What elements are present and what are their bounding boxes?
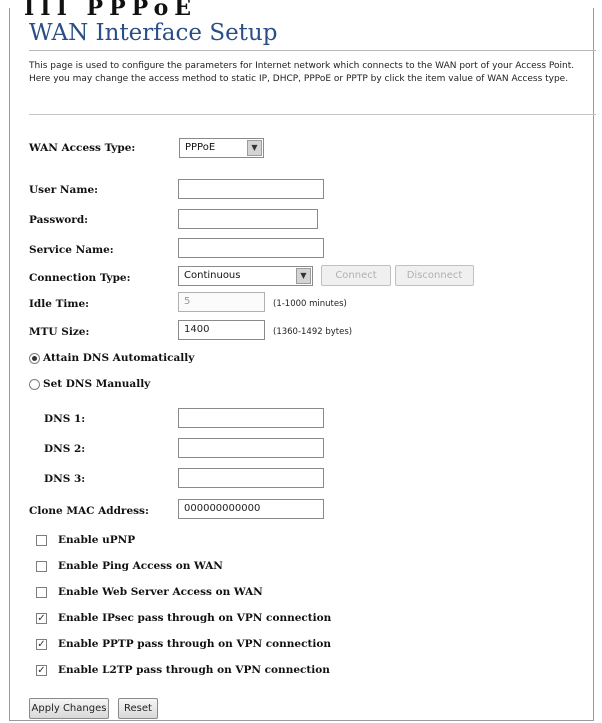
chevron-down-icon: ▼ bbox=[296, 268, 311, 284]
dns2-input[interactable] bbox=[178, 438, 324, 458]
attain-dns-radio[interactable] bbox=[29, 353, 40, 364]
section-divider bbox=[29, 114, 596, 115]
dns1-label: DNS 1: bbox=[44, 413, 86, 425]
enable-l2tp-checkbox[interactable]: ✓ bbox=[36, 665, 47, 676]
service-name-label: Service Name: bbox=[29, 244, 114, 256]
radio-selected-icon bbox=[32, 356, 37, 361]
connect-button[interactable]: Connect bbox=[321, 265, 391, 286]
page-title: WAN Interface Setup bbox=[29, 20, 278, 46]
service-name-input[interactable] bbox=[178, 238, 324, 258]
set-dns-label: Set DNS Manually bbox=[43, 378, 151, 390]
password-input[interactable] bbox=[178, 209, 318, 229]
password-label: Password: bbox=[29, 214, 89, 226]
enable-ping-checkbox[interactable] bbox=[36, 561, 47, 572]
mtu-size-label: MTU Size: bbox=[29, 326, 90, 338]
enable-ipsec-checkbox[interactable]: ✓ bbox=[36, 613, 47, 624]
enable-pptp-label: Enable PPTP pass through on VPN connecti… bbox=[58, 638, 331, 650]
enable-l2tp-label: Enable L2TP pass through on VPN connecti… bbox=[58, 664, 330, 676]
chevron-down-icon: ▼ bbox=[247, 140, 262, 156]
connection-type-label: Connection Type: bbox=[29, 272, 131, 284]
page-frame: III PPPoE WAN Interface Setup This page … bbox=[9, 0, 596, 721]
title-divider bbox=[29, 50, 596, 51]
dns2-label: DNS 2: bbox=[44, 443, 86, 455]
clone-mac-input[interactable]: 000000000000 bbox=[178, 499, 324, 519]
wan-access-type-select[interactable]: PPPoE ▼ bbox=[179, 138, 264, 158]
checkmark-icon: ✓ bbox=[37, 665, 46, 676]
enable-web-server-checkbox[interactable] bbox=[36, 587, 47, 598]
user-name-label: User Name: bbox=[29, 184, 99, 196]
wan-access-type-label: WAN Access Type: bbox=[29, 142, 136, 154]
enable-pptp-checkbox[interactable]: ✓ bbox=[36, 639, 47, 650]
enable-ipsec-label: Enable IPsec pass through on VPN connect… bbox=[58, 612, 332, 624]
connection-type-select[interactable]: Continuous ▼ bbox=[178, 266, 313, 286]
dns3-label: DNS 3: bbox=[44, 473, 86, 485]
dns1-input[interactable] bbox=[178, 408, 324, 428]
clone-mac-label: Clone MAC Address: bbox=[29, 505, 149, 517]
enable-ping-label: Enable Ping Access on WAN bbox=[58, 560, 223, 572]
page-description: This page is used to configure the param… bbox=[29, 61, 575, 84]
apply-changes-button[interactable]: Apply Changes bbox=[29, 698, 109, 719]
set-dns-radio[interactable] bbox=[29, 379, 40, 390]
idle-time-input[interactable]: 5 bbox=[178, 292, 265, 312]
enable-upnp-checkbox[interactable] bbox=[36, 535, 47, 546]
section-heading: III PPPoE bbox=[24, 0, 198, 21]
disconnect-button[interactable]: Disconnect bbox=[395, 265, 474, 286]
checkmark-icon: ✓ bbox=[37, 639, 46, 650]
idle-time-hint: (1-1000 minutes) bbox=[273, 299, 347, 309]
connection-type-value: Continuous bbox=[184, 270, 241, 281]
enable-upnp-label: Enable uPNP bbox=[58, 534, 136, 546]
checkmark-icon: ✓ bbox=[37, 613, 46, 624]
enable-web-server-label: Enable Web Server Access on WAN bbox=[58, 586, 263, 598]
attain-dns-label: Attain DNS Automatically bbox=[43, 352, 195, 364]
user-name-input[interactable] bbox=[178, 179, 324, 199]
reset-button[interactable]: Reset bbox=[118, 698, 158, 719]
idle-time-label: Idle Time: bbox=[29, 298, 90, 310]
dns3-input[interactable] bbox=[178, 468, 324, 488]
mtu-size-input[interactable]: 1400 bbox=[178, 320, 265, 340]
mtu-size-hint: (1360-1492 bytes) bbox=[273, 327, 353, 337]
wan-access-type-value: PPPoE bbox=[185, 142, 216, 153]
